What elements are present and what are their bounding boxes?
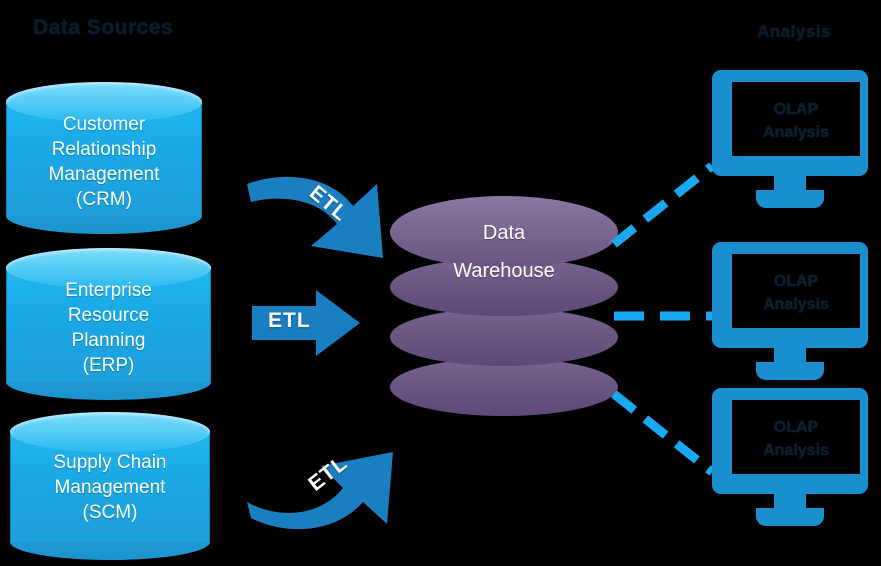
monitor-stand-base: [756, 508, 824, 526]
olap-monitor-1[interactable]: OLAP Analysis: [706, 70, 874, 210]
source-label-line: Planning: [71, 330, 146, 351]
source-label-line: Management: [48, 164, 160, 185]
etl-label: ETL: [268, 309, 311, 332]
monitor-label-line: Analysis: [763, 442, 829, 459]
cylinder-top: [10, 412, 210, 452]
diagram-canvas: Data Sources Analysis Customer Relations…: [0, 0, 881, 566]
source-label-scm: Supply Chain Management (SCM): [10, 450, 210, 525]
warehouse-label-line: Warehouse: [453, 260, 555, 282]
source-label-line: Customer: [62, 114, 146, 135]
monitor-label-line: OLAP: [773, 273, 819, 290]
monitor-screen: OLAP Analysis: [732, 254, 860, 328]
source-label-line: Enterprise: [65, 280, 152, 301]
data-sources-heading: Data Sources: [33, 16, 174, 39]
monitor-screen-label: OLAP Analysis: [732, 416, 860, 462]
monitor-stand-base: [756, 362, 824, 380]
monitor-screen-label: OLAP Analysis: [732, 98, 860, 144]
monitor-label-line: Analysis: [763, 296, 829, 313]
analysis-heading: Analysis: [757, 22, 831, 41]
connector-dashed-middle: [614, 311, 714, 321]
warehouse-disk: [390, 308, 618, 366]
monitor-bezel: OLAP Analysis: [712, 70, 868, 176]
source-label-line: Resource: [67, 305, 150, 326]
source-cylinder-erp[interactable]: Enterprise Resource Planning (ERP): [6, 248, 211, 400]
olap-monitor-3[interactable]: OLAP Analysis: [706, 388, 874, 528]
monitor-stand-base: [756, 190, 824, 208]
source-label-line: Management: [54, 477, 166, 498]
warehouse-label-line: Data: [482, 222, 526, 244]
monitor-screen-label: OLAP Analysis: [732, 270, 860, 316]
source-label-erp: Enterprise Resource Planning (ERP): [6, 278, 211, 378]
connector-dashed-bottom: [611, 390, 715, 476]
olap-monitor-2[interactable]: OLAP Analysis: [706, 242, 874, 382]
monitor-bezel: OLAP Analysis: [712, 242, 868, 348]
source-cylinder-scm[interactable]: Supply Chain Management (SCM): [10, 412, 210, 560]
source-cylinder-crm[interactable]: Customer Relationship Management (CRM): [6, 82, 202, 234]
source-label-line: Relationship: [51, 139, 157, 160]
source-label-line: (SCM): [82, 502, 138, 523]
warehouse-disk: [390, 358, 618, 416]
monitor-label-line: OLAP: [773, 419, 819, 436]
data-warehouse-label: Data Warehouse: [390, 214, 618, 290]
source-label-line: (ERP): [82, 355, 135, 376]
connector-dashed-top: [611, 162, 715, 248]
monitor-screen: OLAP Analysis: [732, 82, 860, 156]
source-label-line: Supply Chain: [53, 452, 167, 473]
etl-arrow-curved-bottom[interactable]: ETL: [245, 424, 395, 532]
monitor-label-line: OLAP: [773, 101, 819, 118]
etl-arrow-straight-middle[interactable]: ETL: [250, 288, 362, 358]
monitor-screen: OLAP Analysis: [732, 400, 860, 474]
monitor-bezel: OLAP Analysis: [712, 388, 868, 494]
etl-arrow-curved-top[interactable]: ETL: [245, 162, 393, 270]
data-warehouse-cylinder[interactable]: Data Warehouse: [390, 196, 618, 422]
source-label-crm: Customer Relationship Management (CRM): [6, 112, 202, 212]
source-label-line: (CRM): [76, 189, 132, 210]
monitor-label-line: Analysis: [763, 124, 829, 141]
